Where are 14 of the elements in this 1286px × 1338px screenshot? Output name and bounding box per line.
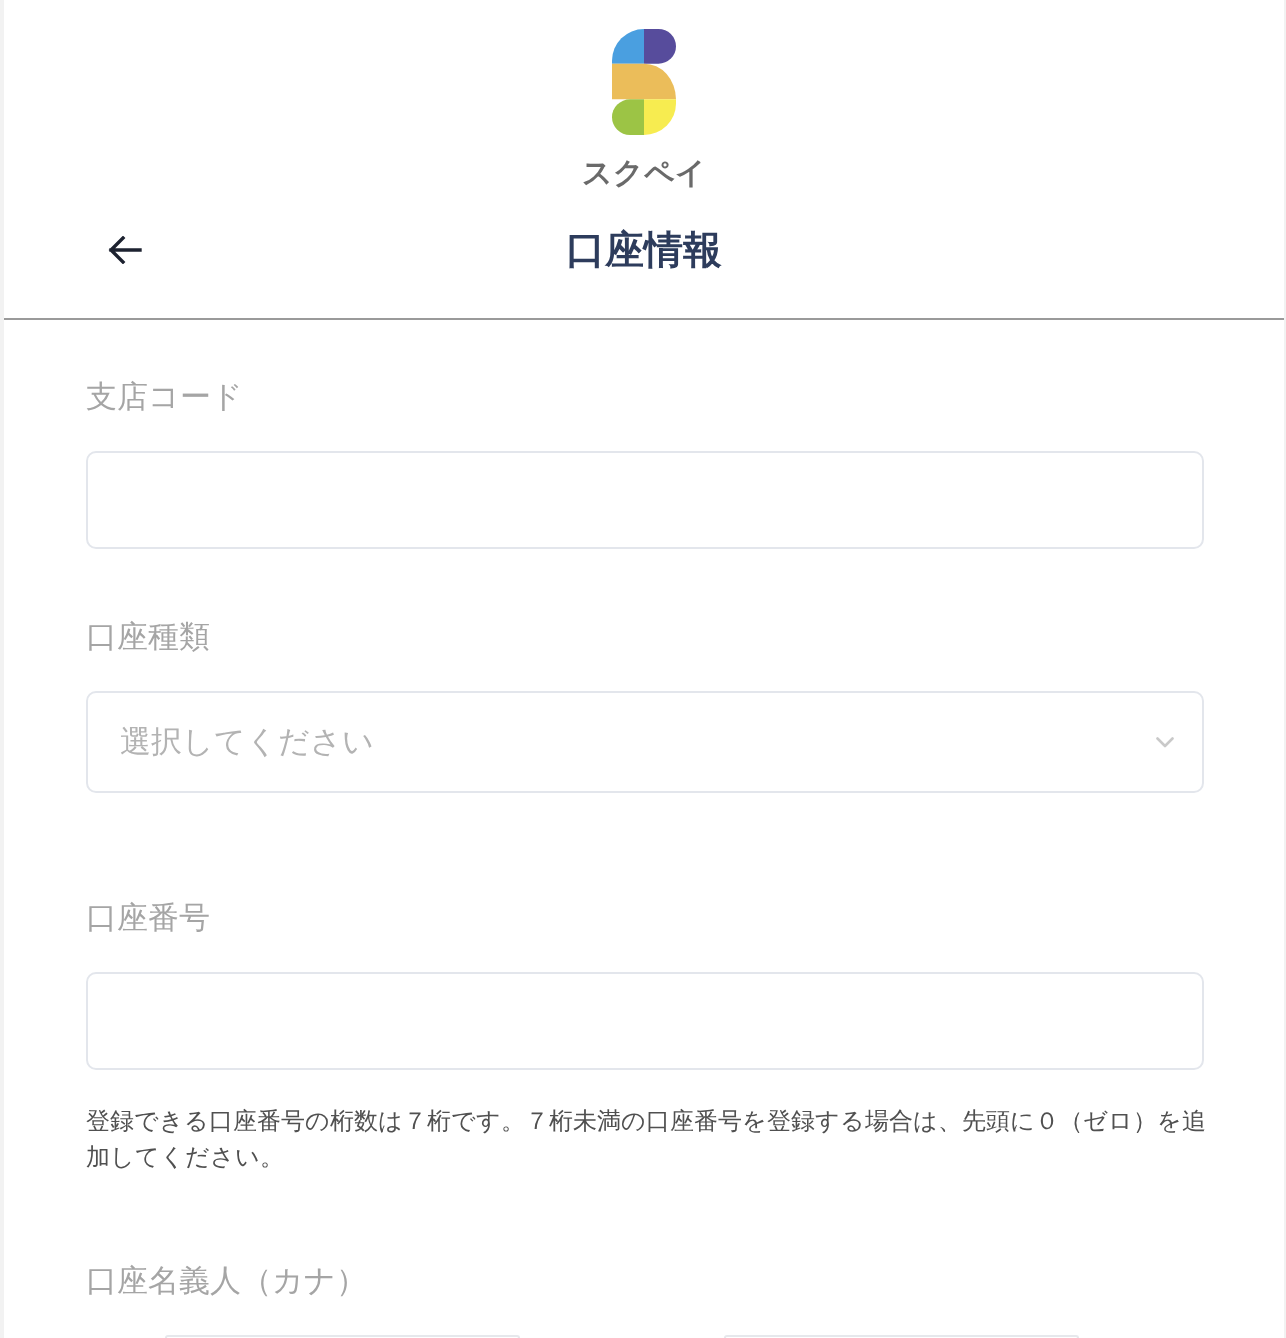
field-label: 口座種類 xyxy=(86,617,210,656)
chevron-down-icon xyxy=(1156,736,1174,748)
field-label: 口座名義人（カナ） xyxy=(86,1261,367,1300)
back-button[interactable] xyxy=(108,235,142,264)
input-field[interactable] xyxy=(86,972,1204,1070)
input-field[interactable] xyxy=(86,451,1204,549)
help-text: 登録できる口座番号の桁数は７桁です。７桁未満の口座番号を登録する場合は、先頭に０（ゼロ）を追加してください。 xyxy=(86,1106,1207,1173)
field-label: 支店コード xyxy=(86,377,243,416)
field-label: 口座番号 xyxy=(86,898,210,937)
arrow-left-icon xyxy=(108,235,142,264)
select-field[interactable]: 選択してください xyxy=(86,691,1204,793)
page-title: 口座情報 xyxy=(566,225,722,274)
logo-wordmark: スクペイ xyxy=(582,155,706,191)
logo-icon xyxy=(612,29,676,135)
